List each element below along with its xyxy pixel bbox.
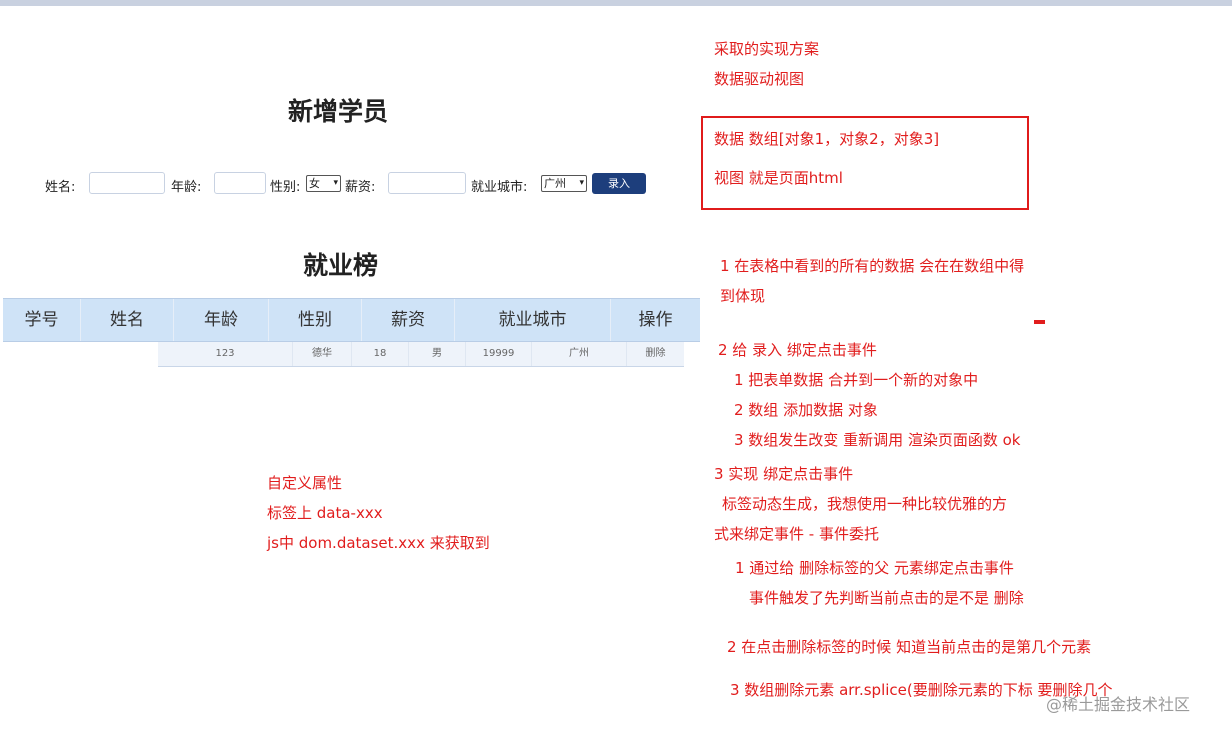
note-point3-line1: 标签动态生成，我想使用一种比较优雅的方 [722, 495, 1008, 513]
name-input[interactable] [89, 172, 165, 194]
header-city: 就业城市 [455, 299, 611, 341]
gender-select[interactable]: 女 ▾ [306, 175, 341, 192]
header-gender: 性别 [269, 299, 362, 341]
city-label: 就业城市: [471, 180, 528, 195]
note-box-data: 数据 数组[对象1，对象2，对象3] [714, 130, 940, 148]
salary-input[interactable] [388, 172, 466, 194]
gender-label: 性别: [270, 180, 301, 195]
note-point2-step1: 1 把表单数据 合并到一个新的对象中 [734, 371, 979, 389]
header-action: 操作 [638, 310, 673, 330]
note-point3-step1: 1 通过给 删除标签的父 元素绑定点击事件 [735, 559, 1014, 577]
cell-gender: 男 [409, 342, 466, 366]
watermark: @稀土掘金技术社区 [1046, 695, 1191, 714]
header-age: 年龄 [174, 299, 269, 341]
chevron-down-icon: ▾ [333, 178, 338, 188]
note-point3-line2: 式来绑定事件 - 事件委托 [714, 525, 879, 543]
name-label: 姓名: [45, 180, 76, 195]
form-title: 新增学员 [288, 97, 389, 126]
note-point1-line2: 到体现 [720, 287, 766, 305]
header-id: 学号 [3, 299, 81, 341]
age-input[interactable] [214, 172, 266, 194]
note-point3-step2: 2 在点击删除标签的时候 知道当前点击的是第几个元素 [727, 638, 1092, 656]
city-select[interactable]: 广州 ▾ [541, 175, 587, 192]
chevron-down-icon: ▾ [579, 178, 584, 188]
note-point3: 3 实现 绑定点击事件 [714, 465, 854, 483]
note-custom-attr-line1: 标签上 data-xxx [267, 504, 383, 522]
submit-button[interactable]: 录入 [592, 173, 646, 194]
cell-age: 18 [352, 342, 409, 366]
cell-city: 广州 [532, 342, 627, 366]
cell-id: 123 [158, 342, 293, 366]
note-point3-step1-detail: 事件触发了先判断当前点击的是不是 删除 [749, 589, 1024, 607]
table-title: 就业榜 [303, 251, 379, 280]
note-point2: 2 给 录入 绑定点击事件 [718, 341, 877, 359]
gender-select-value: 女 [309, 177, 320, 190]
red-dash-mark [1034, 320, 1045, 324]
header-salary: 薪资 [362, 299, 455, 341]
note-point1-line1: 1 在表格中看到的所有的数据 会在在数组中得 [720, 257, 1025, 275]
top-border [0, 0, 1232, 6]
note-box-view: 视图 就是页面html [714, 169, 843, 187]
note-custom-attr-line2: js中 dom.dataset.xxx 来获取到 [267, 534, 490, 552]
city-select-value: 广州 [544, 177, 566, 190]
note-point2-step2: 2 数组 添加数据 对象 [734, 401, 878, 419]
age-label: 年龄: [171, 180, 202, 195]
note-approach-subtitle: 数据驱动视图 [714, 70, 805, 88]
salary-label: 薪资: [345, 180, 376, 195]
table-row: 123 德华 18 男 19999 广州 删除 [158, 342, 684, 367]
note-custom-attr-title: 自定义属性 [267, 474, 343, 492]
delete-link[interactable]: 删除 [627, 342, 684, 366]
note-point2-step3: 3 数组发生改变 重新调用 渲染页面函数 ok [734, 431, 1021, 449]
note-approach-title: 采取的实现方案 [714, 40, 820, 58]
header-name: 姓名 [81, 299, 174, 341]
table-header: 学号 姓名 年龄 性别 薪资 就业城市 操作 [3, 298, 700, 342]
cell-salary: 19999 [466, 342, 532, 366]
cell-name: 德华 [293, 342, 352, 366]
